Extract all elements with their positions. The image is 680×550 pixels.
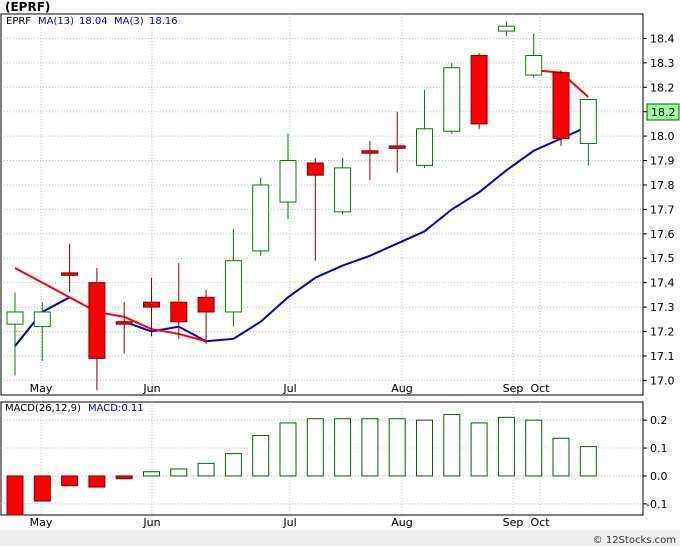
- macd-y-tick-label: 0.2: [650, 414, 668, 427]
- macd-x-tick-label: Aug: [391, 516, 412, 529]
- macd-bar: [170, 468, 188, 477]
- macd-y-tick-label: 0.0: [650, 470, 668, 483]
- price-x-tick-label: Jul: [282, 382, 296, 395]
- macd-bar: [279, 422, 297, 477]
- price-y-axis: 17.0 17.1 17.2 17.3 17.4 17.5 17.6 17.7 17.8 17.9…: [643, 32, 675, 387]
- macd-x-tick-label: Jul: [282, 516, 296, 529]
- macd-legend-value: MACD:0.11: [88, 403, 144, 414]
- stock-chart-window: 17.0 17.1 17.2 17.3 17.4 17.5 17.6 17.7 17.8 17.9…: [0, 0, 680, 546]
- price-y-tick-label: 17.2: [650, 326, 675, 339]
- price-y-tick-label: 17.7: [650, 203, 675, 216]
- candle-body: [334, 167, 352, 213]
- legend-ma13-label: MA(13): [38, 16, 74, 27]
- macd-bar: [334, 418, 352, 477]
- macd-bar: [552, 437, 570, 477]
- candle-body: [197, 296, 215, 313]
- price-y-tick-label: 17.6: [650, 228, 675, 241]
- candle-body: [6, 311, 24, 325]
- candle-body: [388, 145, 406, 149]
- macd-bar: [33, 475, 51, 502]
- macd-y-tick-label: 0.1: [650, 442, 668, 455]
- price-x-tick-label: Aug: [391, 382, 412, 395]
- price-y-tick-label: 18.2: [650, 81, 675, 94]
- price-y-tick-label: 17.8: [650, 179, 675, 192]
- macd-bar: [388, 418, 406, 477]
- price-y-tick-label: 17.4: [650, 277, 675, 290]
- candle-body: [306, 162, 324, 176]
- macd-bar: [143, 471, 160, 477]
- legend-ma3-label: MA(3): [114, 16, 144, 27]
- stock-chart: 17.0 17.1 17.2 17.3 17.4 17.5 17.6 17.7 17.8 17.9…: [0, 0, 680, 546]
- candle-body: [143, 301, 160, 308]
- macd-bar: [497, 416, 515, 477]
- price-y-tick-label: 17.1: [650, 350, 675, 363]
- candle-body: [470, 55, 488, 125]
- legend-ma13-value: 18.04: [79, 16, 108, 27]
- macd-x-tick-label: Oct: [530, 516, 550, 529]
- candle-body: [416, 128, 433, 166]
- candle-body: [170, 301, 188, 323]
- candle-body: [579, 98, 597, 144]
- candle-body: [115, 321, 133, 325]
- footer-strip: [0, 530, 680, 546]
- macd-legend-label: MACD(26,12,9): [5, 403, 81, 414]
- macd-bar: [470, 422, 488, 477]
- candle-body: [361, 150, 379, 154]
- candle-body: [33, 311, 51, 328]
- candle-body: [224, 260, 242, 313]
- current-price-value: 18.2: [651, 106, 676, 119]
- watermark: © 12Stocks.com: [593, 535, 676, 546]
- price-y-tick-label: 17.0: [650, 374, 675, 387]
- legend-symbol: EPRF: [6, 16, 31, 27]
- price-x-tick-label: May: [30, 382, 53, 395]
- price-x-tick-label: Sep: [503, 382, 524, 395]
- macd-bar: [224, 453, 242, 477]
- macd-bar: [197, 462, 215, 477]
- price-x-tick-label: Jun: [142, 382, 160, 395]
- macd-bar: [443, 414, 461, 477]
- macd-bar: [6, 475, 24, 516]
- candle-body: [88, 282, 106, 359]
- macd-bar: [252, 434, 270, 477]
- candle-up: [443, 62, 461, 134]
- price-y-tick-label: 17.9: [650, 155, 675, 168]
- price-y-tick-label: 17.5: [650, 252, 675, 265]
- macd-bar: [416, 419, 433, 477]
- chart-title: (EPRF): [5, 0, 50, 14]
- macd-bar: [525, 419, 543, 477]
- macd-y-axis: -0.1 0.0 0.1 0.2: [643, 414, 668, 511]
- macd-bar: [61, 475, 79, 487]
- candle-body: [552, 72, 570, 140]
- candle-down: [552, 70, 570, 146]
- macd-x-tick-label: Sep: [503, 516, 524, 529]
- price-y-tick-label: 18.0: [650, 130, 675, 143]
- macd-x-tick-label: May: [30, 516, 53, 529]
- candle-body: [279, 160, 297, 203]
- candle-body: [61, 272, 79, 276]
- candle-body: [497, 25, 515, 32]
- legend-ma3-value: 18.16: [149, 16, 178, 27]
- price-x-tick-label: Oct: [530, 382, 550, 395]
- price-y-tick-label: 17.3: [650, 301, 675, 314]
- macd-bar: [306, 418, 324, 477]
- candle-body: [443, 67, 461, 132]
- price-y-tick-label: 18.4: [650, 32, 675, 45]
- macd-bar: [579, 446, 597, 477]
- macd-x-tick-label: Jun: [142, 516, 160, 529]
- candle-body: [525, 55, 543, 76]
- macd-bar: [361, 418, 379, 477]
- candle-up: [252, 177, 270, 256]
- price-y-tick-label: 18.3: [650, 57, 675, 70]
- macd-y-tick-label: -0.1: [646, 498, 667, 511]
- candle-body: [252, 184, 270, 252]
- macd-bar: [115, 475, 133, 480]
- candle-down: [470, 53, 488, 129]
- macd-x-axis: May Jun Jul Aug Sep Oct: [30, 516, 551, 529]
- macd-bar: [88, 475, 106, 488]
